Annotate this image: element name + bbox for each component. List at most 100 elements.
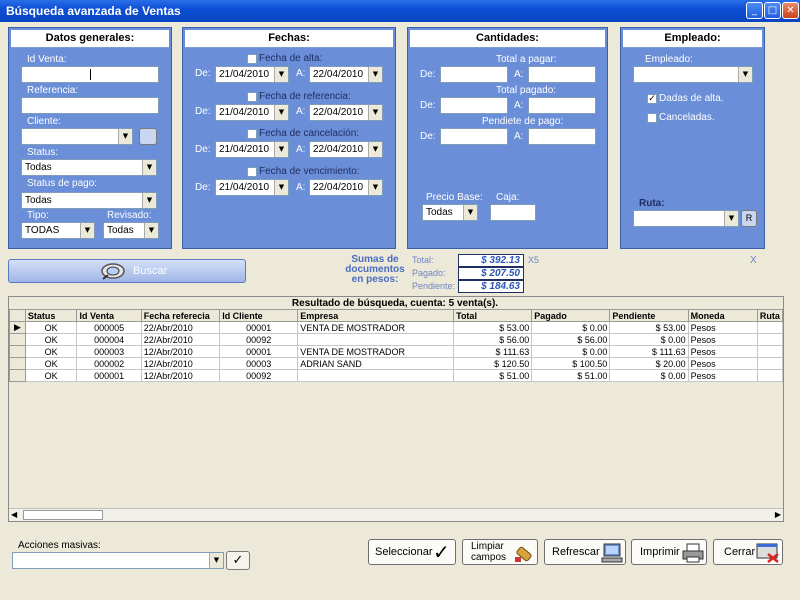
general-panel-header: Datos generales: (11, 30, 169, 48)
fecha-vencimiento-from-input[interactable]: 21/04/2010 ▼ (215, 179, 289, 196)
seleccionar-button[interactable]: Seleccionar ✓ (368, 539, 456, 565)
row-selector (9, 369, 26, 382)
fecha-referencia-to-input[interactable]: 22/04/2010 ▼ (309, 104, 383, 121)
col-fecha[interactable]: Fecha referecia (140, 309, 221, 322)
table-row[interactable]: ▶ OK 000005 22/Abr/2010 00001 VENTA DE M… (9, 321, 784, 334)
col-ruta[interactable]: Ruta (756, 309, 784, 322)
status-value: Todas (25, 162, 52, 173)
fecha-alta-from-input[interactable]: 21/04/2010 ▼ (215, 66, 289, 83)
cell-status: OK (24, 321, 78, 334)
cell-ruta (756, 333, 784, 346)
ruta-select[interactable]: ▼ (633, 210, 739, 227)
revisado-select[interactable]: Todas ▼ (103, 222, 159, 239)
cell-empresa: ADRIAN SAND (297, 357, 455, 370)
col-pagado[interactable]: Pagado (531, 309, 611, 322)
cell-ruta (756, 369, 784, 382)
seleccionar-label: Seleccionar (375, 546, 433, 558)
fecha-cancelacion-to-input[interactable]: 22/04/2010 ▼ (309, 141, 383, 158)
window-title: Búsqueda avanzada de Ventas (6, 4, 181, 18)
status-select[interactable]: Todas ▼ (21, 159, 157, 176)
fecha-referencia-checkbox[interactable] (247, 92, 257, 102)
table-row[interactable]: OK 000002 12/Abr/2010 00003 ADRIAN SAND … (9, 357, 784, 370)
limpiar-button[interactable]: Limpiar campos (462, 539, 538, 565)
referencia-input[interactable] (21, 97, 159, 114)
cell-id-venta: 000003 (76, 345, 142, 358)
cell-pagado: $ 0.00 (531, 321, 611, 334)
col-pendiente[interactable]: Pendiente (609, 309, 689, 322)
window-titlebar: Búsqueda avanzada de Ventas (0, 0, 800, 22)
minimize-button[interactable]: _ (746, 2, 763, 19)
sumas-pendiente-value: $ 184.63 (458, 280, 524, 293)
fecha-referencia-to: 22/04/2010 (313, 107, 364, 118)
chevron-down-icon: ▼ (142, 160, 156, 175)
col-total[interactable]: Total (453, 309, 533, 322)
total-pagar-to-input[interactable] (528, 66, 596, 83)
col-empresa[interactable]: Empresa (297, 309, 455, 322)
fecha-cancelacion-from-input[interactable]: 21/04/2010 ▼ (215, 141, 289, 158)
eraser-icon (515, 546, 532, 562)
table-row[interactable]: OK 000001 12/Abr/2010 00092 $ 51.00 $ 51… (9, 369, 784, 382)
tipo-select[interactable]: TODAS ▼ (21, 222, 95, 239)
sumas-total-value: $ 392.13 (458, 254, 524, 267)
total-pagar-from-input[interactable] (440, 66, 508, 83)
cell-id-venta: 000002 (76, 357, 142, 370)
grid-title: Resultado de búsqueda, cuenta: 5 venta(s… (291, 298, 499, 309)
precio-base-value: Todas (426, 207, 453, 218)
fecha-alta-to: 22/04/2010 (313, 69, 364, 80)
id-venta-input[interactable] (21, 66, 159, 83)
cliente-select[interactable]: ▼ (21, 128, 133, 145)
fecha-cancelacion-label: Fecha de cancelación: (259, 128, 360, 139)
revisado-label: Revisado: (107, 210, 152, 221)
precio-base-select[interactable]: Todas ▼ (422, 204, 478, 221)
refrescar-button[interactable]: Refrescar (544, 539, 626, 565)
acciones-select[interactable]: ▼ (12, 552, 224, 569)
sumas-total-label: Total: (412, 255, 434, 265)
table-row[interactable]: OK 000003 12/Abr/2010 00001 VENTA DE MOS… (9, 345, 784, 358)
status-pago-select[interactable]: Todas ▼ (21, 192, 157, 209)
fecha-vencimiento-to-input[interactable]: 22/04/2010 ▼ (309, 179, 383, 196)
chevron-down-icon: ▼ (368, 67, 382, 82)
pendiente-a-label: A: (514, 131, 524, 142)
col-status[interactable]: Status (24, 309, 78, 322)
cell-status: OK (24, 345, 78, 358)
empleado-select[interactable]: ▼ (633, 66, 753, 83)
acciones-apply-button[interactable]: ✓ (226, 551, 250, 570)
caja-input[interactable] (490, 204, 536, 221)
cantidades-panel: Cantidades: Total a pagar: De: A: Total … (407, 27, 608, 249)
fecha-alta-label: Fecha de alta: (259, 53, 323, 64)
scroll-left-icon[interactable]: ◀ (11, 510, 17, 519)
pendiente-from-input[interactable] (440, 128, 508, 145)
fecha-vencimiento-from: 21/04/2010 (219, 182, 270, 193)
tipo-label: Tipo: (27, 210, 49, 221)
horizontal-scrollbar[interactable]: ◀ ▶ (9, 508, 783, 521)
fecha-vencimiento-checkbox[interactable] (247, 167, 257, 177)
table-row[interactable]: OK 000004 22/Abr/2010 00092 $ 56.00 $ 56… (9, 333, 784, 346)
total-pagar-de-label: De: (420, 69, 436, 80)
imprimir-button[interactable]: Imprimir (631, 539, 707, 565)
pendiente-to-input[interactable] (528, 128, 596, 145)
dadas-alta-checkbox[interactable]: ✓ (647, 94, 657, 104)
sumas-close[interactable]: X (750, 255, 757, 266)
scrollbar-thumb[interactable] (23, 510, 103, 520)
maximize-button[interactable]: □ (764, 2, 781, 19)
fecha-alta-checkbox[interactable] (247, 54, 257, 64)
buscar-button[interactable]: Buscar (8, 259, 246, 283)
total-pagado-to-input[interactable] (528, 97, 596, 114)
fecha-alta-to-input[interactable]: 22/04/2010 ▼ (309, 66, 383, 83)
status-label: Status: (27, 147, 59, 158)
fecha-cancelacion-checkbox[interactable] (247, 129, 257, 139)
total-pagado-from-input[interactable] (440, 97, 508, 114)
col-id-cliente[interactable]: Id Cliente (219, 309, 299, 322)
canceladas-checkbox[interactable] (647, 113, 657, 123)
fecha-referencia-from-input[interactable]: 21/04/2010 ▼ (215, 104, 289, 121)
cliente-label: Cliente: (27, 116, 61, 127)
cliente-search-button[interactable] (139, 128, 157, 145)
cerrar-button[interactable]: Cerrar (713, 539, 783, 565)
close-button[interactable]: ✕ (782, 2, 799, 19)
col-id-venta[interactable]: Id Venta (76, 309, 142, 322)
ruta-button[interactable]: R (741, 210, 757, 227)
sumas-x5: X5 (528, 255, 540, 265)
scroll-right-icon[interactable]: ▶ (775, 510, 781, 519)
empleado-panel: Empleado: Empleado: ▼ ✓ Dadas de alta. C… (620, 27, 765, 249)
col-moneda[interactable]: Moneda (687, 309, 758, 322)
